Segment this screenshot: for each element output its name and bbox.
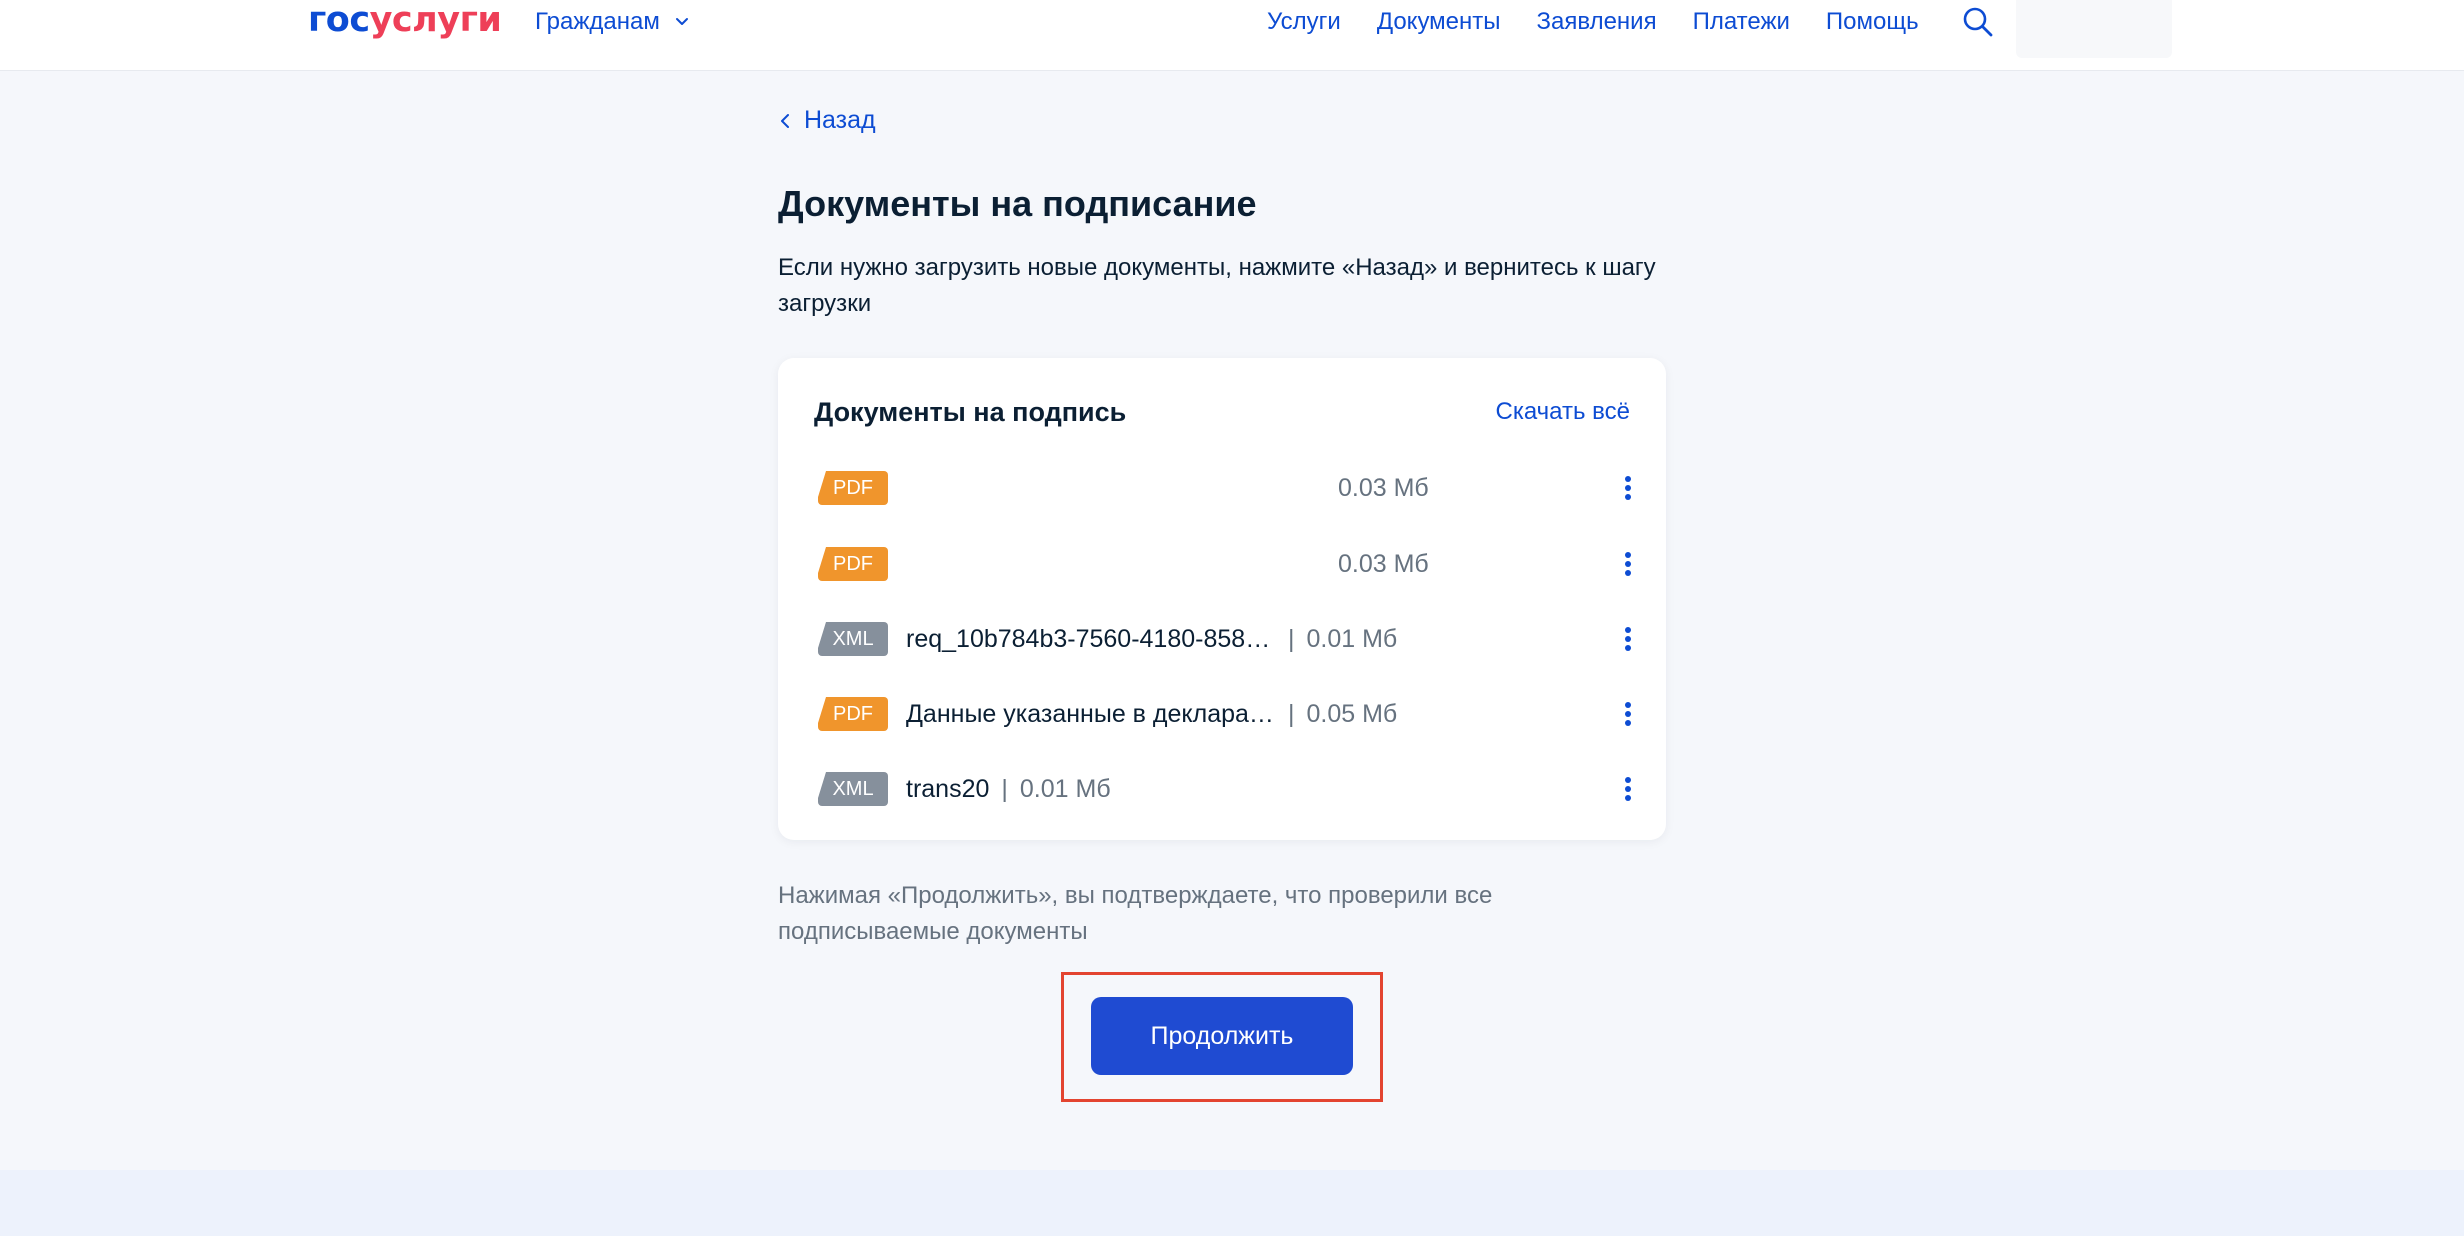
- pdf-file-icon: PDF: [818, 471, 888, 505]
- chevron-down-icon: [675, 18, 688, 25]
- back-link[interactable]: Назад: [778, 106, 876, 135]
- site-header: госуслуги Гражданам Услуги Документы Зая…: [0, 0, 2464, 70]
- user-profile-slot[interactable]: [2016, 0, 2172, 58]
- nav-payments[interactable]: Платежи: [1693, 8, 1790, 36]
- intro-text: Если нужно загрузить новые документы, на…: [778, 254, 1656, 317]
- document-row[interactable]: PDF 0.03 Мб: [818, 468, 1638, 508]
- document-size: 0.01 Мб: [1306, 624, 1398, 653]
- continue-button[interactable]: Продолжить: [1091, 997, 1353, 1075]
- nav-documents[interactable]: Документы: [1377, 8, 1501, 36]
- search-icon[interactable]: [1962, 6, 1994, 38]
- separator: |: [1288, 624, 1295, 653]
- document-size: 0.03 Мб: [1338, 473, 1429, 502]
- nav-help[interactable]: Помощь: [1826, 8, 1919, 36]
- nav-applications[interactable]: Заявления: [1537, 8, 1657, 36]
- card-title: Документы на подпись: [814, 397, 1127, 427]
- xml-file-icon: XML: [818, 772, 888, 806]
- separator: |: [1288, 699, 1295, 728]
- top-navigation: Услуги Документы Заявления Платежи Помощ…: [1267, 0, 1919, 44]
- page-title: Документы на подписание: [778, 183, 1257, 224]
- download-all-link[interactable]: Скачать всё: [1496, 396, 1631, 428]
- more-options-icon[interactable]: [1618, 694, 1638, 734]
- logo-part-uslugi: услуги: [369, 0, 502, 40]
- document-row[interactable]: PDF 0.03 Мб: [818, 544, 1638, 584]
- nav-services[interactable]: Услуги: [1267, 8, 1341, 36]
- document-name[interactable]: req_10b784b3-7560-4180-858d...: [906, 625, 1276, 654]
- document-row[interactable]: XML req_10b784b3-7560-4180-858d... | 0.0…: [818, 619, 1638, 659]
- documents-card: Документы на подпись Скачать всё PDF 0.0…: [778, 358, 1666, 840]
- citizen-menu-label: Гражданам: [535, 8, 660, 35]
- separator: |: [1001, 774, 1008, 803]
- pdf-file-icon: PDF: [818, 697, 888, 731]
- document-row[interactable]: XML trans20 | 0.01 Мб: [818, 769, 1638, 809]
- logo-part-gos: гос: [308, 0, 370, 40]
- document-name[interactable]: Данные указанные в декларац...: [906, 700, 1276, 729]
- more-options-icon[interactable]: [1618, 544, 1638, 584]
- gosuslugi-logo[interactable]: госуслуги: [308, 0, 502, 42]
- xml-file-icon: XML: [818, 622, 888, 656]
- footer-band: [0, 1170, 2464, 1236]
- document-size: 0.03 Мб: [1338, 549, 1429, 578]
- more-options-icon[interactable]: [1618, 769, 1638, 809]
- document-name[interactable]: trans20: [906, 775, 989, 804]
- more-options-icon[interactable]: [1618, 468, 1638, 508]
- pdf-file-icon: PDF: [818, 547, 888, 581]
- document-size: 0.01 Мб: [1019, 774, 1111, 803]
- confirmation-note: Нажимая «Продолжить», вы подтверждаете, …: [778, 882, 1493, 945]
- document-row[interactable]: PDF Данные указанные в декларац... | 0.0…: [818, 694, 1638, 734]
- chevron-left-icon: [781, 113, 789, 128]
- back-link-label: Назад: [804, 106, 876, 134]
- citizen-menu-dropdown[interactable]: Гражданам: [535, 0, 692, 44]
- more-options-icon[interactable]: [1618, 619, 1638, 659]
- document-size: 0.05 Мб: [1306, 699, 1398, 728]
